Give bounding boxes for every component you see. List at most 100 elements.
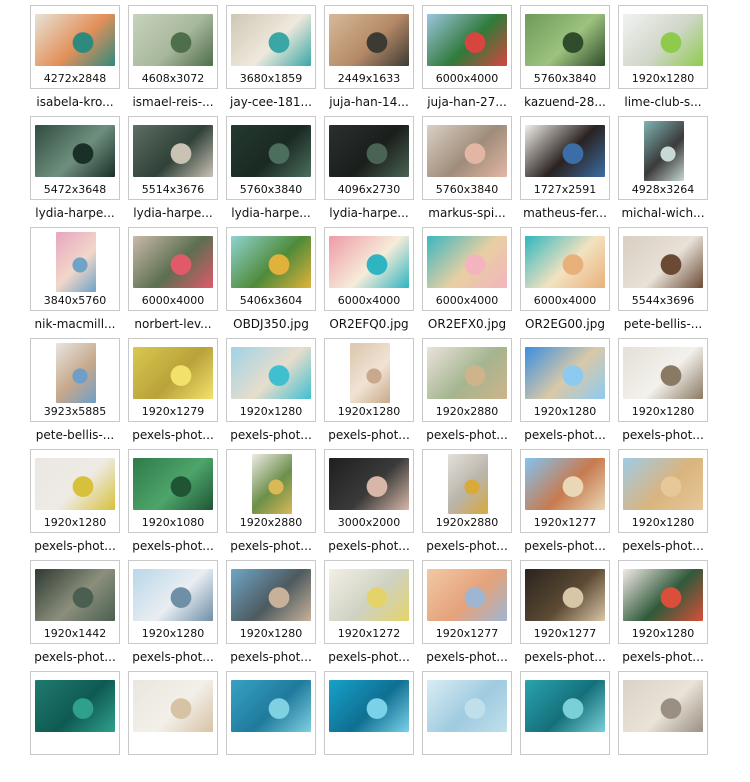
file-tile[interactable]: 6000x4000 OR2EFX0.jpg xyxy=(422,227,512,338)
file-tile[interactable]: 1920x1280 lime-club-s... xyxy=(618,5,708,116)
file-tile[interactable]: 6000x4000 OR2EG00.jpg xyxy=(520,227,610,338)
file-thumbnail-frame[interactable]: 5544x3696 xyxy=(618,227,708,311)
file-thumbnail-frame[interactable] xyxy=(128,671,218,755)
file-tile[interactable]: 1920x1280 pexels-phot... xyxy=(618,560,708,671)
file-thumbnail-frame[interactable] xyxy=(618,671,708,755)
file-tile[interactable]: 5544x3696 pete-bellis-... xyxy=(618,227,708,338)
file-thumbnail-frame[interactable]: 3000x2000 xyxy=(324,449,414,533)
file-tile[interactable]: 1920x1280 pexels-phot... xyxy=(324,338,414,449)
image-thumbnail xyxy=(427,569,507,621)
file-tile[interactable] xyxy=(422,671,512,782)
file-tile[interactable]: 5760x3840 kazuend-28... xyxy=(520,5,610,116)
file-tile[interactable]: 4272x2848 isabela-kro... xyxy=(30,5,120,116)
file-tile[interactable]: 3923x5885 pete-bellis-... xyxy=(30,338,120,449)
file-tile[interactable]: 1920x1277 pexels-phot... xyxy=(422,560,512,671)
file-thumbnail-frame[interactable]: 1920x1280 xyxy=(324,338,414,422)
file-tile[interactable]: 5760x3840 markus-spi... xyxy=(422,116,512,227)
file-tile[interactable]: 1920x1280 pexels-phot... xyxy=(128,560,218,671)
file-thumbnail-frame[interactable]: 4928x3264 xyxy=(618,116,708,200)
file-tile[interactable]: 6000x4000 norbert-lev... xyxy=(128,227,218,338)
file-thumbnail-frame[interactable]: 2449x1633 xyxy=(324,5,414,89)
file-tile[interactable]: 1920x1272 pexels-phot... xyxy=(324,560,414,671)
file-tile[interactable]: 1920x1442 pexels-phot... xyxy=(30,560,120,671)
file-thumbnail-frame[interactable]: 1920x1280 xyxy=(226,338,316,422)
file-thumbnail-frame[interactable]: 1920x1272 xyxy=(324,560,414,644)
file-thumbnail-frame[interactable]: 5514x3676 xyxy=(128,116,218,200)
file-tile[interactable]: 2449x1633 juja-han-14... xyxy=(324,5,414,116)
file-tile[interactable]: 3680x1859 jay-cee-181... xyxy=(226,5,316,116)
file-thumbnail-frame[interactable] xyxy=(324,671,414,755)
file-thumbnail-frame[interactable]: 1920x1280 xyxy=(226,560,316,644)
file-thumbnail-frame[interactable]: 1920x1280 xyxy=(618,449,708,533)
file-thumbnail-frame[interactable]: 5760x3840 xyxy=(520,5,610,89)
file-thumbnail-frame[interactable]: 1920x1277 xyxy=(520,560,610,644)
file-tile[interactable]: 1920x2880 pexels-phot... xyxy=(226,449,316,560)
file-thumbnail-frame[interactable]: 1920x1280 xyxy=(618,5,708,89)
file-tile[interactable]: 4096x2730 lydia-harpe... xyxy=(324,116,414,227)
file-tile[interactable]: 1920x1280 pexels-phot... xyxy=(226,338,316,449)
file-thumbnail-frame[interactable] xyxy=(520,671,610,755)
file-tile[interactable]: 1920x1277 pexels-phot... xyxy=(520,449,610,560)
file-tile[interactable]: 5760x3840 lydia-harpe... xyxy=(226,116,316,227)
file-thumbnail-frame[interactable]: 1920x1280 xyxy=(128,560,218,644)
file-tile[interactable] xyxy=(520,671,610,782)
file-thumbnail-frame[interactable]: 1920x1280 xyxy=(618,338,708,422)
file-tile[interactable]: 5472x3648 lydia-harpe... xyxy=(30,116,120,227)
file-tile[interactable] xyxy=(226,671,316,782)
file-tile[interactable] xyxy=(618,671,708,782)
file-thumbnail-frame[interactable]: 5406x3604 xyxy=(226,227,316,311)
file-thumbnail-frame[interactable]: 4608x3072 xyxy=(128,5,218,89)
file-tile[interactable] xyxy=(30,671,120,782)
file-thumbnail-frame[interactable]: 6000x4000 xyxy=(128,227,218,311)
file-tile[interactable]: 6000x4000 juja-han-27... xyxy=(422,5,512,116)
file-tile[interactable] xyxy=(324,671,414,782)
file-tile[interactable] xyxy=(128,671,218,782)
file-tile[interactable]: 5514x3676 lydia-harpe... xyxy=(128,116,218,227)
file-tile[interactable]: 4928x3264 michal-wich... xyxy=(618,116,708,227)
file-thumbnail-frame[interactable]: 1920x1277 xyxy=(422,560,512,644)
file-tile[interactable]: 1920x1277 pexels-phot... xyxy=(520,560,610,671)
file-thumbnail-frame[interactable]: 5760x3840 xyxy=(226,116,316,200)
file-tile[interactable]: 1727x2591 matheus-fer... xyxy=(520,116,610,227)
file-tile[interactable]: 1920x1280 pexels-phot... xyxy=(618,449,708,560)
file-thumbnail-frame[interactable]: 6000x4000 xyxy=(422,5,512,89)
file-tile[interactable]: 1920x1280 pexels-phot... xyxy=(226,560,316,671)
file-tile[interactable]: 1920x1280 pexels-phot... xyxy=(520,338,610,449)
file-thumbnail-frame[interactable]: 6000x4000 xyxy=(520,227,610,311)
file-thumbnail-frame[interactable] xyxy=(30,671,120,755)
image-dimensions: 6000x4000 xyxy=(435,72,499,85)
file-tile[interactable]: 1920x1280 pexels-phot... xyxy=(30,449,120,560)
file-thumbnail-frame[interactable]: 3840x5760 xyxy=(30,227,120,311)
file-tile[interactable]: 4608x3072 ismael-reis-... xyxy=(128,5,218,116)
file-thumbnail-frame[interactable]: 6000x4000 xyxy=(324,227,414,311)
file-tile[interactable]: 3840x5760 nik-macmill... xyxy=(30,227,120,338)
file-thumbnail-frame[interactable]: 5760x3840 xyxy=(422,116,512,200)
file-thumbnail-frame[interactable]: 1920x1280 xyxy=(618,560,708,644)
file-tile[interactable]: 1920x2880 pexels-phot... xyxy=(422,338,512,449)
file-thumbnail-frame[interactable]: 3923x5885 xyxy=(30,338,120,422)
file-thumbnail-frame[interactable]: 1920x1280 xyxy=(520,338,610,422)
file-tile[interactable]: 3000x2000 pexels-phot... xyxy=(324,449,414,560)
file-tile[interactable]: 1920x2880 pexels-phot... xyxy=(422,449,512,560)
file-thumbnail-frame[interactable]: 4096x2730 xyxy=(324,116,414,200)
file-tile[interactable]: 5406x3604 OBDJ350.jpg xyxy=(226,227,316,338)
file-thumbnail-frame[interactable]: 5472x3648 xyxy=(30,116,120,200)
file-thumbnail-frame[interactable]: 1920x1080 xyxy=(128,449,218,533)
file-thumbnail-frame[interactable] xyxy=(226,671,316,755)
file-thumbnail-frame[interactable]: 1920x2880 xyxy=(422,338,512,422)
file-tile[interactable]: 6000x4000 OR2EFQ0.jpg xyxy=(324,227,414,338)
file-thumbnail-frame[interactable]: 1920x2880 xyxy=(226,449,316,533)
file-thumbnail-frame[interactable]: 1920x1277 xyxy=(520,449,610,533)
file-tile[interactable]: 1920x1080 pexels-phot... xyxy=(128,449,218,560)
file-thumbnail-frame[interactable]: 1727x2591 xyxy=(520,116,610,200)
file-thumbnail-frame[interactable]: 1920x1279 xyxy=(128,338,218,422)
file-thumbnail-frame[interactable]: 1920x2880 xyxy=(422,449,512,533)
file-thumbnail-frame[interactable]: 4272x2848 xyxy=(30,5,120,89)
file-thumbnail-frame[interactable]: 1920x1280 xyxy=(30,449,120,533)
file-thumbnail-frame[interactable]: 3680x1859 xyxy=(226,5,316,89)
file-thumbnail-frame[interactable]: 6000x4000 xyxy=(422,227,512,311)
file-thumbnail-frame[interactable] xyxy=(422,671,512,755)
file-tile[interactable]: 1920x1280 pexels-phot... xyxy=(618,338,708,449)
file-tile[interactable]: 1920x1279 pexels-phot... xyxy=(128,338,218,449)
file-thumbnail-frame[interactable]: 1920x1442 xyxy=(30,560,120,644)
